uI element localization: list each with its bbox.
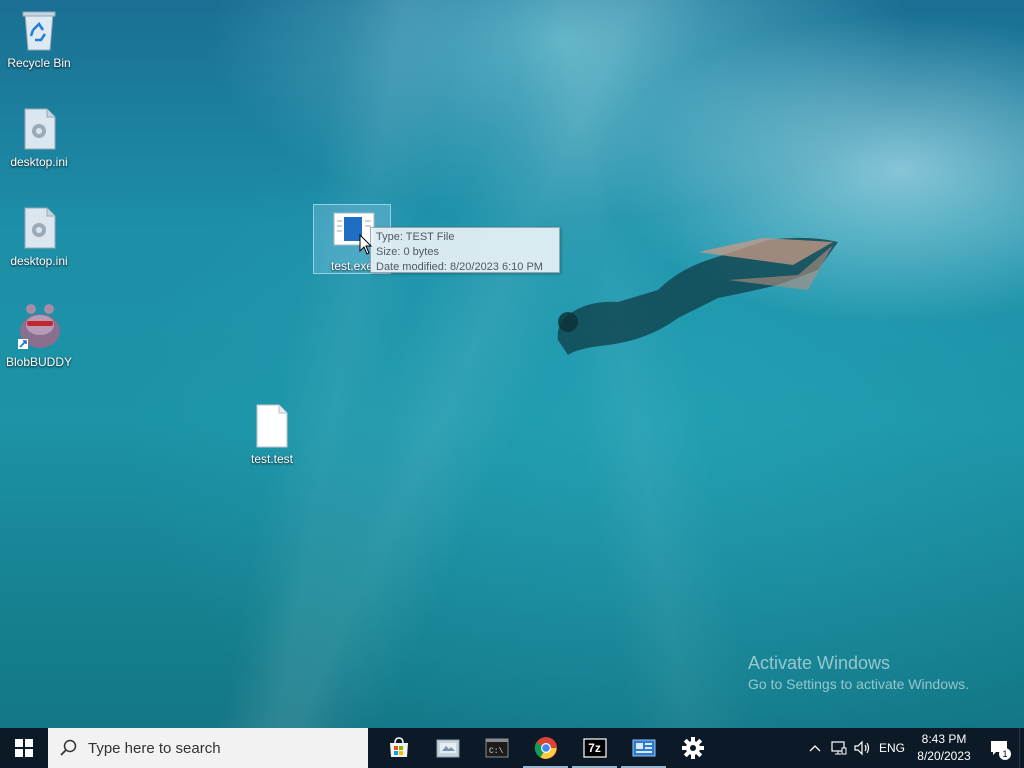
- taskbar-store-button[interactable]: [374, 728, 423, 768]
- taskbar-settings-button[interactable]: [668, 728, 717, 768]
- taskbar: Type here to search C:\ 7z ENG 8:43 PM 8…: [0, 728, 1024, 768]
- chrome-icon: [534, 737, 557, 759]
- start-button[interactable]: [0, 728, 48, 768]
- tray-clock[interactable]: 8:43 PM 8/20/2023: [909, 731, 979, 765]
- explorer-icon: [436, 739, 459, 758]
- 7zip-label: 7z: [588, 741, 601, 755]
- network-icon: [831, 741, 847, 755]
- tray-language[interactable]: ENG: [875, 741, 909, 755]
- taskbar-explorer-button[interactable]: [423, 728, 472, 768]
- taskbar-chrome-button[interactable]: [521, 728, 570, 768]
- file-tooltip: Type: TEST File Size: 0 bytes Date modif…: [370, 227, 560, 273]
- desktop-icon-recycle-bin[interactable]: Recycle Bin: [1, 8, 77, 70]
- gear-icon: [681, 737, 704, 759]
- desktop-ini-label: desktop.ini: [10, 155, 68, 169]
- chevron-up-icon: [809, 745, 821, 752]
- desktop-icon-desktop-ini-1[interactable]: desktop.ini: [1, 107, 77, 169]
- blank-file-icon: [252, 404, 292, 448]
- test-test-label: test.test: [250, 452, 294, 466]
- search-icon: [60, 739, 77, 756]
- activate-windows-watermark: Activate Windows Go to Settings to activ…: [748, 652, 969, 694]
- watermark-subtitle: Go to Settings to activate Windows.: [748, 676, 969, 692]
- watermark-title: Activate Windows: [748, 653, 891, 673]
- recycle-bin-label: Recycle Bin: [7, 56, 71, 70]
- pinned-apps: C:\ 7z: [374, 728, 717, 768]
- tray-volume-button[interactable]: [851, 728, 875, 768]
- clock-date: 8/20/2023: [917, 749, 971, 763]
- desktop-ini-label: desktop.ini: [10, 254, 68, 268]
- control-panel-icon: [632, 739, 655, 757]
- settings-file-icon: [19, 206, 59, 250]
- taskbar-control-panel-button[interactable]: [619, 728, 668, 768]
- taskbar-7zip-button[interactable]: 7z: [570, 728, 619, 768]
- clock-time: 8:43 PM: [921, 732, 967, 746]
- taskbar-search-box[interactable]: Type here to search: [48, 728, 368, 768]
- desktop-icon-test-test[interactable]: test.test: [234, 404, 310, 466]
- action-center-button[interactable]: 1: [979, 728, 1019, 768]
- blobbuddy-icon: [15, 303, 63, 351]
- windows-logo-icon: [15, 739, 33, 757]
- tooltip-size: Size: 0 bytes: [376, 246, 439, 258]
- svg-text:C:\: C:\: [489, 747, 504, 756]
- tooltip-modified: Date modified: 8/20/2023 6:10 PM: [376, 261, 543, 273]
- show-desktop-button[interactable]: [1019, 728, 1024, 768]
- system-tray: ENG 8:43 PM 8/20/2023 1: [803, 728, 1024, 768]
- speaker-icon: [854, 740, 870, 756]
- wallpaper-diver: [557, 237, 838, 355]
- tooltip-type: Type: TEST File: [376, 231, 455, 243]
- search-placeholder: Type here to search: [88, 739, 221, 757]
- store-icon: [389, 737, 408, 757]
- taskbar-cmd-button[interactable]: C:\: [472, 728, 521, 768]
- cmd-icon: C:\: [485, 738, 508, 758]
- blobbuddy-label: BlobBUDDY: [5, 355, 73, 369]
- tray-overflow-button[interactable]: [803, 728, 827, 768]
- tray-network-button[interactable]: [827, 728, 851, 768]
- settings-file-icon: [19, 107, 59, 151]
- recycle-bin-icon: [19, 8, 59, 52]
- desktop-icon-desktop-ini-2[interactable]: desktop.ini: [1, 206, 77, 268]
- mouse-cursor-icon: [359, 234, 373, 255]
- notification-badge: 1: [999, 748, 1011, 760]
- desktop-icon-blobbuddy[interactable]: BlobBUDDY: [1, 303, 77, 369]
